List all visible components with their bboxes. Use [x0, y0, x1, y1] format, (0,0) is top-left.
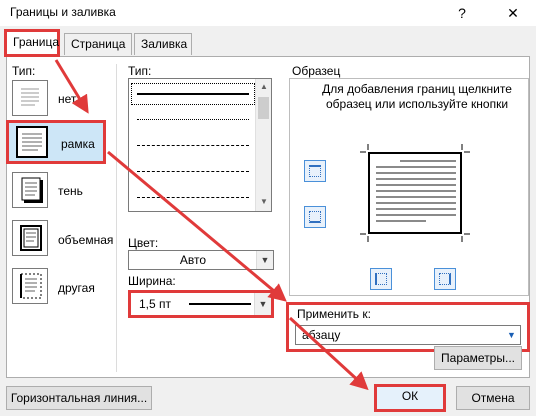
preview-text-line: [376, 190, 456, 192]
color-label: Цвет:: [128, 236, 159, 250]
style-label: Тип:: [128, 64, 152, 78]
title-bar: Границы и заливка ? ✕: [0, 0, 536, 26]
options-button[interactable]: Параметры...: [434, 346, 522, 370]
scroll-thumb[interactable]: [258, 97, 269, 119]
scroll-down-icon[interactable]: ▼: [259, 197, 269, 207]
preview-text-line: [376, 196, 456, 198]
chevron-down-icon[interactable]: ▼: [503, 326, 520, 344]
color-select[interactable]: Авто ▼: [128, 250, 274, 270]
window-title: Границы и заливка: [10, 5, 116, 19]
chevron-down-icon[interactable]: ▼: [254, 293, 271, 315]
setting-none-button[interactable]: [12, 80, 48, 116]
apply-to-label: Применить к:: [297, 307, 371, 321]
preview-text-line: [376, 184, 456, 186]
setting-shadow-button[interactable]: [12, 172, 48, 208]
setting-custom-label: другая: [58, 281, 95, 295]
preview-text-line: [376, 214, 456, 216]
preview-text-line: [376, 178, 456, 180]
3d-border-icon: [20, 225, 42, 251]
preview-label: Образец: [292, 64, 341, 78]
horizontal-line-button[interactable]: Горизонтальная линия...: [6, 386, 152, 410]
tab-borders[interactable]: Граница: [4, 29, 60, 57]
preview-text-line: [376, 208, 456, 210]
apply-to-group: Применить к: абзацу ▼: [286, 302, 530, 352]
close-button[interactable]: ✕: [502, 3, 524, 23]
shadow-border-icon: [21, 177, 43, 203]
setting-3d-label: объемная: [58, 233, 114, 247]
apply-to-select[interactable]: абзацу ▼: [295, 325, 521, 345]
apply-to-value: абзацу: [302, 328, 341, 342]
left-border-button[interactable]: [370, 268, 392, 290]
color-value: Авто: [179, 253, 207, 267]
setting-3d-button[interactable]: [12, 220, 48, 256]
tab-shading-label: Заливка: [141, 37, 188, 51]
style-dotted[interactable]: [137, 119, 249, 120]
chevron-down-icon[interactable]: ▼: [256, 251, 273, 269]
width-select[interactable]: 1,5 пт ▼: [128, 290, 274, 318]
style-dashed-small[interactable]: [137, 145, 249, 146]
setting-custom-button[interactable]: [12, 268, 48, 304]
cancel-button[interactable]: Отмена: [456, 386, 530, 410]
scroll-up-icon[interactable]: ▲: [259, 82, 269, 92]
preview-text-line: [376, 166, 456, 168]
preview-help-text: Для добавления границ щелкните образец и…: [322, 82, 512, 111]
setting-box-label: рамка: [61, 137, 95, 151]
setting-none-label: нет: [58, 92, 77, 106]
ok-button[interactable]: ОК: [374, 384, 446, 412]
style-dash-dot[interactable]: [137, 197, 249, 198]
tab-page-border[interactable]: Страница: [64, 33, 132, 55]
width-label: Ширина:: [128, 274, 176, 288]
right-border-button[interactable]: [434, 268, 456, 290]
style-dashed[interactable]: [137, 171, 249, 172]
bottom-border-button[interactable]: [304, 206, 326, 228]
box-border-icon: [16, 126, 48, 158]
no-border-icon: [21, 88, 39, 106]
top-border-icon: [309, 165, 321, 177]
tab-borders-label: Граница: [13, 35, 60, 49]
top-border-button[interactable]: [304, 160, 326, 182]
custom-border-icon: [20, 273, 42, 299]
setting-shadow-label: тень: [58, 184, 83, 198]
left-border-icon: [375, 273, 387, 285]
preview-page[interactable]: [368, 152, 462, 234]
line-style-list[interactable]: ▲ ▼: [128, 78, 272, 212]
preview-text-line: [376, 172, 456, 174]
bottom-border-icon: [309, 211, 321, 223]
tab-shading[interactable]: Заливка: [134, 33, 192, 55]
help-button[interactable]: ?: [452, 3, 472, 23]
setting-box-button[interactable]: рамка: [6, 120, 106, 164]
preview-text-line: [376, 220, 426, 222]
style-scrollbar[interactable]: ▲ ▼: [255, 79, 271, 211]
setting-type-label: Тип:: [12, 64, 36, 78]
style-solid[interactable]: [137, 93, 249, 95]
divider: [116, 64, 117, 372]
preview-text-line: [376, 202, 456, 204]
tab-page-border-label: Страница: [71, 37, 126, 51]
width-value: 1,5 пт: [139, 297, 172, 311]
preview-text-line: [400, 160, 456, 162]
width-preview-line: [189, 303, 251, 305]
right-border-icon: [439, 273, 451, 285]
